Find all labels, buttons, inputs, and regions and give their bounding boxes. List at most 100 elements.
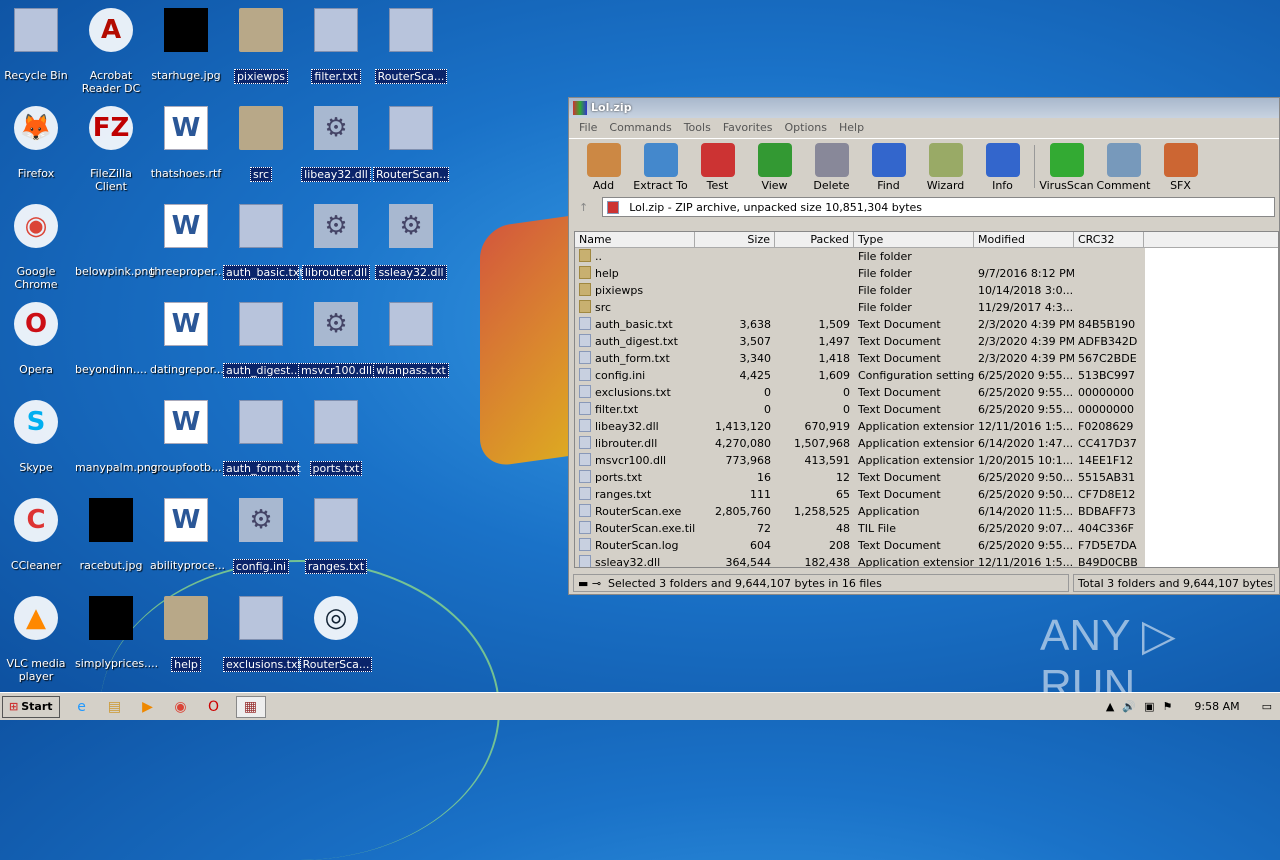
clock[interactable]: 9:58 AM xyxy=(1194,700,1239,713)
desktop-icon[interactable]: C CCleaner xyxy=(0,498,74,572)
menu-help[interactable]: Help xyxy=(833,121,870,135)
desktop-icon[interactable]: 🦊 Firefox xyxy=(0,106,74,180)
file-row[interactable]: RouterScan.log 604 208 Text Document 6/25/20… xyxy=(575,537,1145,554)
desktop-icon[interactable]: belowpink.png xyxy=(73,204,155,278)
start-button[interactable]: ⊞ Start xyxy=(2,695,60,718)
menu-file[interactable]: File xyxy=(573,121,603,135)
desktop-icon[interactable]: Wabilityproce... xyxy=(148,498,225,572)
file-row[interactable]: .. File folder xyxy=(575,248,1145,265)
desktop-icon[interactable]: Wthreeproper... xyxy=(148,204,225,278)
desktop-icon[interactable]: ◎ RouterSca... xyxy=(298,596,374,672)
file-row[interactable]: src File folder 11/29/2017 4:3... xyxy=(575,299,1145,316)
file-row[interactable]: pixiewps File folder 10/14/2018 3:0... xyxy=(575,282,1145,299)
desktop-icon[interactable]: simplyprices.... xyxy=(73,596,158,670)
show-desktop-button[interactable]: ▭ xyxy=(1262,700,1272,713)
file-row[interactable]: filter.txt 0 0 Text Document 6/25/2020 9:55.… xyxy=(575,401,1145,418)
menu-commands[interactable]: Commands xyxy=(603,121,677,135)
volume-icon[interactable]: 🔊 xyxy=(1122,700,1136,713)
file-row[interactable]: auth_basic.txt 3,638 1,509 Text Document 2/3… xyxy=(575,316,1145,333)
network-icon[interactable]: ▣ xyxy=(1144,700,1154,713)
desktop-icon[interactable]: starhuge.jpg xyxy=(148,8,224,82)
winrar-taskbar-button[interactable]: ▦ xyxy=(235,695,266,718)
file-row[interactable]: librouter.dll 4,270,080 1,507,968 Applicati… xyxy=(575,435,1145,452)
delete-button[interactable]: Delete xyxy=(803,141,860,192)
file-row[interactable]: libeay32.dll 1,413,120 670,919 Application … xyxy=(575,418,1145,435)
media-player-icon[interactable]: ▶ xyxy=(137,696,159,718)
file-row[interactable]: config.ini 4,425 1,609 Configuration settin… xyxy=(575,367,1145,384)
comment-button[interactable]: Comment xyxy=(1095,141,1152,192)
ie-icon[interactable]: e xyxy=(71,696,93,718)
desktop-icon[interactable]: Wthatshoes.rtf xyxy=(148,106,224,180)
chrome-icon[interactable]: ◉ xyxy=(170,696,192,718)
wizard-button[interactable]: Wizard xyxy=(917,141,974,192)
column-header-size[interactable]: Size xyxy=(695,232,775,247)
find-button[interactable]: Find xyxy=(860,141,917,192)
desktop-icon[interactable]: auth_digest... xyxy=(223,302,301,378)
sfx-button[interactable]: SFX xyxy=(1152,141,1209,192)
desktop-icon[interactable]: S Skype xyxy=(0,400,74,474)
info-button[interactable]: Info xyxy=(974,141,1031,192)
file-row[interactable]: exclusions.txt 0 0 Text Document 6/25/2020 9… xyxy=(575,384,1145,401)
desktop-icon[interactable]: ⚙ librouter.dll xyxy=(298,204,374,280)
desktop-icon[interactable]: Recycle Bin xyxy=(0,8,74,82)
desktop-icon[interactable]: src xyxy=(223,106,299,182)
flag-icon[interactable]: ⚑ xyxy=(1163,700,1173,713)
test-button[interactable]: Test xyxy=(689,141,746,192)
desktop-icon[interactable]: help xyxy=(148,596,224,672)
desktop-icon[interactable]: ▲ VLC media player xyxy=(0,596,74,683)
file-row[interactable]: RouterScan.exe 2,805,760 1,258,525 Applicat… xyxy=(575,503,1145,520)
desktop-icon[interactable]: ⚙ config.ini xyxy=(223,498,299,574)
desktop-icon[interactable]: O Opera xyxy=(0,302,74,376)
view-button[interactable]: View xyxy=(746,141,803,192)
file-row[interactable]: auth_digest.txt 3,507 1,497 Text Document 2/… xyxy=(575,333,1145,350)
desktop-icon[interactable]: auth_form.txt xyxy=(223,400,301,476)
desktop-icon[interactable]: FZ FileZilla Client xyxy=(73,106,149,193)
desktop-icon[interactable]: racebut.jpg xyxy=(73,498,149,572)
column-header-modified[interactable]: Modified xyxy=(974,232,1074,247)
add-button[interactable]: Add xyxy=(575,141,632,192)
desktop-icon[interactable]: RouterScan... xyxy=(373,106,450,182)
desktop-icon[interactable]: ◉ Google Chrome xyxy=(0,204,74,291)
desktop-icon[interactable]: A Acrobat Reader DC xyxy=(73,8,149,95)
file-icon xyxy=(389,106,433,150)
menu-options[interactable]: Options xyxy=(779,121,833,135)
desktop-icon[interactable]: beyondinn.... xyxy=(73,302,149,376)
desktop-icon[interactable]: ports.txt xyxy=(298,400,374,476)
desktop-icon[interactable]: RouterSca... xyxy=(373,8,449,84)
file-row[interactable]: RouterScan.exe.til 72 48 TIL File 6/25/2020 … xyxy=(575,520,1145,537)
column-header-crc32[interactable]: CRC32 xyxy=(1074,232,1144,247)
menu-favorites[interactable]: Favorites xyxy=(717,121,779,135)
column-header-type[interactable]: Type xyxy=(854,232,974,247)
extract-to-button[interactable]: Extract To xyxy=(632,141,689,192)
desktop-icon[interactable]: Wgroupfootb... xyxy=(148,400,224,474)
menu-tools[interactable]: Tools xyxy=(678,121,717,135)
file-row[interactable]: ranges.txt 111 65 Text Document 6/25/2020 9:… xyxy=(575,486,1145,503)
desktop-icon[interactable]: pixiewps xyxy=(223,8,299,84)
file-row[interactable]: ssleay32.dll 364,544 182,438 Application ex… xyxy=(575,554,1145,567)
desktop-icon[interactable]: manypalm.png xyxy=(73,400,158,474)
column-header-packed[interactable]: Packed xyxy=(775,232,854,247)
desktop-icon[interactable]: Wdatingrepor... xyxy=(148,302,224,376)
column-header-name[interactable]: Name xyxy=(575,232,695,247)
desktop-icon[interactable]: ⚙ libeay32.dll xyxy=(298,106,374,182)
file-row[interactable]: ports.txt 16 12 Text Document 6/25/2020 9:50… xyxy=(575,469,1145,486)
desktop-icon[interactable]: filter.txt xyxy=(298,8,374,84)
desktop-icon[interactable]: ranges.txt xyxy=(298,498,374,574)
desktop-icon[interactable]: ⚙ ssleay32.dll xyxy=(373,204,449,280)
desktop-icon[interactable]: exclusions.txt xyxy=(223,596,302,672)
file-row[interactable]: msvcr100.dll 773,968 413,591 Application ex… xyxy=(575,452,1145,469)
virusscan-button[interactable]: VirusScan xyxy=(1038,141,1095,192)
show-hidden-icons[interactable]: ▲ xyxy=(1106,700,1114,713)
desktop-icon[interactable]: ⚙ msvcr100.dll xyxy=(298,302,374,378)
address-field[interactable]: Lol.zip - ZIP archive, unpacked size 10,… xyxy=(602,197,1275,217)
up-arrow-icon[interactable]: ↑ xyxy=(573,201,594,214)
opera-icon[interactable]: O xyxy=(203,696,225,718)
desktop-icon[interactable]: auth_basic.txt xyxy=(223,204,304,280)
desktop-icon[interactable]: wlanpass.txt xyxy=(373,302,449,378)
file-row[interactable]: help File folder 9/7/2016 8:12 PM xyxy=(575,265,1145,282)
title-bar[interactable]: Lol.zip xyxy=(569,98,1279,118)
explorer-icon[interactable]: ▤ xyxy=(104,696,126,718)
file-row[interactable]: auth_form.txt 3,340 1,418 Text Document 2/3/… xyxy=(575,350,1145,367)
cell-text: libeay32.dll xyxy=(595,420,659,433)
cell-text: CF7D8E12 xyxy=(1078,488,1136,501)
